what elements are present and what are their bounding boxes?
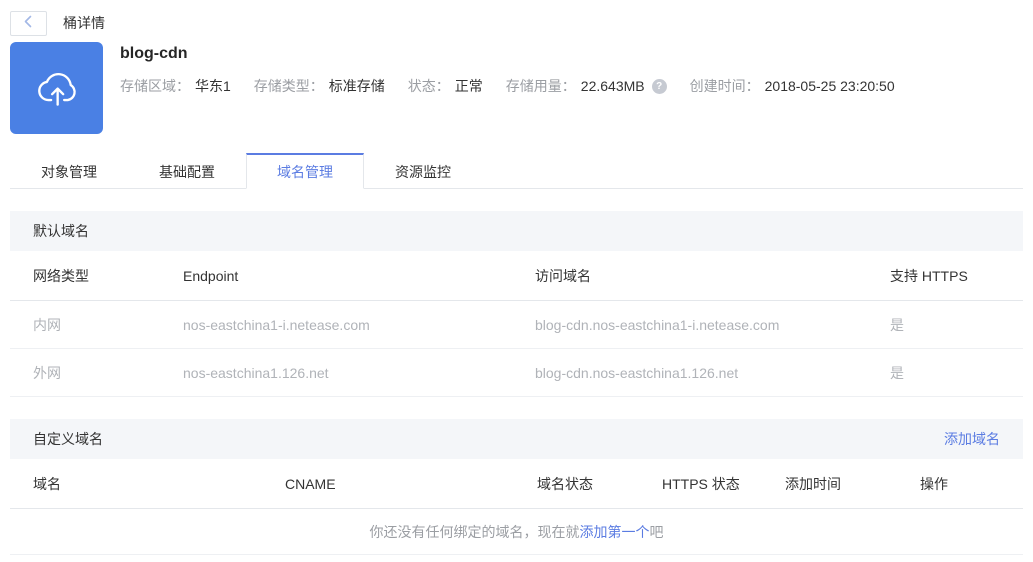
tab-resource-monitor[interactable]: 资源监控: [364, 153, 482, 189]
info-value: 2018-05-25 23:20:50: [764, 78, 895, 94]
info-label: 存储类型：: [253, 78, 324, 94]
info-label: 创建时间：: [689, 78, 760, 94]
col-https-support: 支持 HTTPS: [890, 267, 968, 284]
tab-object-management[interactable]: 对象管理: [10, 153, 128, 189]
back-button[interactable]: [10, 10, 47, 36]
info-storage-type: 存储类型： 标准存储: [254, 76, 385, 96]
col-access-domain: 访问域名: [535, 267, 591, 284]
tab-basic-config[interactable]: 基础配置: [128, 153, 246, 189]
cell-endpoint: nos-eastchina1.126.net: [183, 364, 329, 381]
info-created-time: 创建时间： 2018-05-25 23:20:50: [690, 76, 895, 96]
custom-domains-table-header: 域名 CNAME 域名状态 HTTPS 状态 添加时间 操作: [10, 459, 1023, 509]
default-domains-table-header: 网络类型 Endpoint 访问域名 支持 HTTPS: [10, 251, 1023, 301]
tab-bar: 对象管理 基础配置 域名管理 资源监控: [10, 153, 1023, 189]
info-label: 状态：: [407, 78, 450, 94]
info-label: 存储用量：: [505, 78, 576, 94]
bucket-meta: blog-cdn 存储区域： 华东1 存储类型： 标准存储 状态： 正常 存储用…: [120, 42, 918, 134]
add-domain-link[interactable]: 添加域名: [944, 429, 1000, 449]
info-value: 22.643MB: [580, 78, 645, 94]
empty-text-prefix: 你还没有任何绑定的域名，现在就: [369, 523, 580, 540]
page-title: 桶详情: [63, 15, 105, 31]
section-default-domains: 默认域名: [10, 211, 1023, 251]
empty-text-suffix: 吧: [649, 523, 664, 540]
cell-https-support: 是: [890, 364, 904, 381]
cell-access-domain: blog-cdn.nos-eastchina1.126.net: [535, 364, 739, 381]
top-bar: 桶详情: [10, 0, 1023, 36]
cell-https-support: 是: [890, 316, 904, 333]
bucket-name: blog-cdn: [120, 45, 188, 62]
col-endpoint: Endpoint: [183, 267, 239, 284]
table-row: 外网 nos-eastchina1.126.net blog-cdn.nos-e…: [10, 349, 1023, 397]
col-network-type: 网络类型: [33, 267, 89, 284]
bucket-icon: [10, 42, 103, 134]
chevron-left-icon: [23, 15, 34, 31]
col-actions: 操作: [920, 475, 948, 492]
section-custom-domains: 自定义域名 添加域名: [10, 419, 1023, 459]
tab-bar-filler: [482, 153, 1023, 189]
section-title: 默认域名: [33, 223, 89, 239]
cell-network-type: 内网: [33, 316, 61, 333]
col-domain: 域名: [33, 475, 61, 492]
cell-endpoint: nos-eastchina1-i.netease.com: [183, 316, 370, 333]
info-status: 状态： 正常: [408, 76, 483, 96]
info-storage-usage: 存储用量： 22.643MB ?: [506, 76, 667, 96]
info-value: 正常: [454, 78, 483, 94]
bucket-info-row: 存储区域： 华东1 存储类型： 标准存储 状态： 正常 存储用量： 22.643…: [120, 76, 918, 96]
col-cname: CNAME: [285, 475, 336, 492]
table-row: 内网 nos-eastchina1-i.netease.com blog-cdn…: [10, 301, 1023, 349]
info-storage-region: 存储区域： 华东1: [120, 76, 231, 96]
bucket-header: blog-cdn 存储区域： 华东1 存储类型： 标准存储 状态： 正常 存储用…: [10, 42, 1023, 134]
info-value: 华东1: [195, 78, 231, 94]
col-add-time: 添加时间: [785, 475, 841, 492]
custom-domains-empty-state: 你还没有任何绑定的域名，现在就 添加第一个吧: [10, 509, 1023, 555]
add-first-domain-link[interactable]: 添加第一个: [580, 522, 650, 542]
section-title: 自定义域名: [33, 431, 103, 447]
cell-network-type: 外网: [33, 364, 61, 381]
cell-access-domain: blog-cdn.nos-eastchina1-i.netease.com: [535, 316, 780, 333]
col-domain-status: 域名状态: [537, 475, 593, 492]
info-value: 标准存储: [328, 78, 385, 94]
bucket-detail-page: 桶详情 blog-cdn 存储区域： 华东1 存储类型： 标准存储 状态： 正常…: [0, 0, 1033, 562]
info-label: 存储区域：: [120, 78, 190, 94]
col-https-status: HTTPS 状态: [662, 475, 740, 492]
cloud-upload-icon: [27, 57, 87, 120]
help-icon[interactable]: ?: [651, 78, 667, 94]
tab-domain-management[interactable]: 域名管理: [246, 153, 364, 189]
